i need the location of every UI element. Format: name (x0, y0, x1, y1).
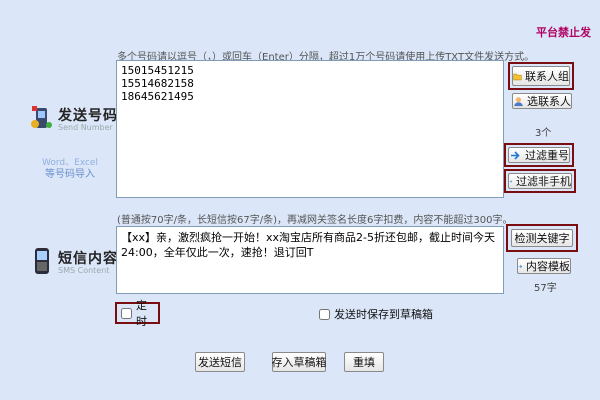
sms-content-title: 短信内容 (58, 250, 118, 267)
select-contact-label: 选联系人 (527, 95, 571, 108)
timer-checkbox-row[interactable]: 定时 (121, 297, 154, 329)
number-count: 3个 (535, 128, 552, 139)
import-note-line1: Word、Excel (42, 158, 98, 168)
select-contact-button[interactable]: 选联系人 (512, 93, 572, 109)
folder-icon (513, 73, 522, 80)
sms-hint: (普通按70字/条，长短信按67字/条)，再减网关签名长度6字扣费，内容不能超过… (117, 215, 513, 226)
check-keyword-highlight: 检测关键字 (506, 224, 578, 252)
send-sms-button[interactable]: 发送短信 (195, 352, 245, 372)
phone-icon (31, 106, 52, 128)
filter-non-mobile-button[interactable]: 过滤非手机 (508, 173, 572, 189)
timer-checkbox[interactable] (121, 307, 132, 319)
save-draft-checkbox-row[interactable]: 发送时保存到草稿箱 (319, 306, 433, 322)
platform-forbidden-link[interactable]: 平台禁止发 (536, 24, 591, 40)
sms-content-label: 短信内容 SMS Content (30, 246, 118, 276)
content-template-button[interactable]: 内容模板 (517, 258, 571, 274)
filter-duplicate-highlight: 过滤重号 (504, 143, 574, 167)
user-icon (514, 96, 523, 106)
import-note-line2: 等号码导入 (44, 169, 95, 180)
numbers-input[interactable]: 15015451215 15514682158 18645621495 (116, 60, 504, 198)
timer-label: 定时 (136, 299, 147, 328)
send-number-title: 发送号码 (58, 107, 118, 124)
filter-non-mobile-label: 过滤非手机 (516, 175, 571, 188)
reset-button[interactable]: 重填 (344, 352, 384, 372)
import-note: Word、Excel 等号码导入 (42, 157, 98, 181)
contact-group-button[interactable]: 联系人组 (512, 66, 570, 86)
save-draft-checkbox[interactable] (319, 308, 330, 320)
filter-duplicate-label: 过滤重号 (525, 149, 569, 162)
save-draft-button[interactable]: 存入草稿箱 (272, 352, 327, 372)
send-number-subtitle: Send Number (58, 122, 113, 132)
char-count: 57字 (534, 283, 557, 294)
check-keyword-button[interactable]: 检测关键字 (511, 229, 573, 247)
sms-content-subtitle: SMS Content (58, 265, 110, 275)
filter-duplicate-button[interactable]: 过滤重号 (508, 147, 570, 163)
send-number-label: 发送号码 Send Number (30, 104, 118, 132)
content-template-label: 内容模板 (526, 260, 570, 273)
contact-group-highlight: 联系人组 (508, 62, 574, 90)
save-draft-label: 发送时保存到草稿箱 (334, 308, 433, 321)
arrow-right-icon (509, 179, 513, 183)
arrow-right-icon (518, 264, 523, 268)
timer-highlight: 定时 (115, 299, 160, 328)
mobile-phone-icon (35, 248, 49, 274)
contact-group-label: 联系人组 (525, 70, 569, 83)
arrow-right-icon (511, 150, 520, 160)
sms-content-input[interactable]: 【xx】亲，激烈疯抢一开始！xx淘宝店所有商品2-5折还包邮，截止时间今天24:… (116, 226, 504, 294)
filter-non-mobile-highlight: 过滤非手机 (504, 169, 576, 193)
